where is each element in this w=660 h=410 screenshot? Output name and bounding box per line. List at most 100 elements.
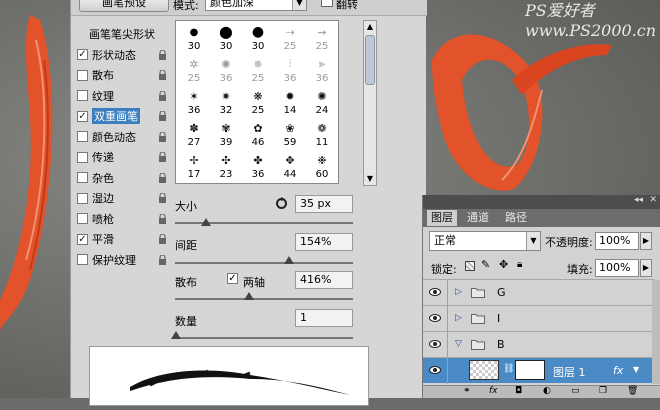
fx-expand-icon[interactable]: ▼ xyxy=(633,365,639,374)
delete-layer-icon[interactable]: 🗑︎ xyxy=(627,386,638,396)
brush-tip-cell[interactable]: ⬤ 30 xyxy=(210,23,242,55)
layer-mask-thumbnail[interactable] xyxy=(515,360,545,380)
brush-option-checkbox[interactable] xyxy=(77,69,88,81)
lock-icon[interactable] xyxy=(158,193,167,203)
brush-option-checkbox[interactable] xyxy=(77,151,88,163)
mode-select[interactable]: 颜色加深 ▼ xyxy=(205,0,307,11)
lock-icon[interactable] xyxy=(158,213,167,224)
brush-tip-cell[interactable]: ⫸ 36 xyxy=(306,55,338,87)
lock-icon[interactable] xyxy=(158,90,167,101)
brush-option-checkbox[interactable] xyxy=(77,192,88,204)
lock-icon[interactable] xyxy=(158,152,167,162)
scatter-slider-track[interactable] xyxy=(175,298,353,300)
layer-group-row[interactable]: ▽ B xyxy=(423,331,655,358)
brush-option-checkbox[interactable]: ✓ xyxy=(77,233,88,245)
new-layer-icon[interactable]: ❐ xyxy=(599,386,607,396)
close-panel-icon[interactable]: ✕ xyxy=(649,195,657,205)
brush-option-row[interactable]: ✓ 双重画笔 xyxy=(77,106,167,127)
lock-all-icon[interactable]: 🔒︎ xyxy=(517,259,522,270)
layer-row[interactable]: ⛓ 图层 1 fx ▼ xyxy=(423,357,655,384)
brush-option-row[interactable]: 纹理 xyxy=(77,86,167,107)
opacity-input[interactable]: 100% xyxy=(595,232,639,250)
scroll-up-arrow-icon[interactable]: ▲ xyxy=(364,21,376,33)
adjustment-layer-icon[interactable]: ◐ xyxy=(543,386,551,396)
layer-style-fx-icon[interactable]: fx xyxy=(489,386,498,396)
brush-tip-cell[interactable]: ⫶ 36 xyxy=(274,55,306,87)
blend-mode-select[interactable]: 正常 ▼ xyxy=(429,231,541,251)
layers-tab[interactable]: 路径 xyxy=(501,210,531,226)
brush-option-row[interactable]: 颜色动态 xyxy=(77,127,167,148)
brush-option-checkbox[interactable] xyxy=(77,131,88,143)
brush-option-checkbox[interactable] xyxy=(77,213,88,225)
visibility-eye-icon[interactable] xyxy=(429,288,441,296)
brush-option-checkbox[interactable] xyxy=(77,90,88,102)
brush-tip-cell[interactable]: ❉ 60 xyxy=(306,151,338,183)
lock-position-move-icon[interactable]: ✥ xyxy=(499,258,508,271)
lock-icon[interactable] xyxy=(158,49,167,60)
spacing-slider-thumb[interactable] xyxy=(284,256,294,264)
both-axes-checkbox[interactable]: ✓ xyxy=(227,273,238,284)
spacing-slider-track[interactable] xyxy=(175,262,353,264)
brush-tip-cell[interactable]: ✾ 39 xyxy=(210,119,242,151)
brush-tip-cell[interactable]: ● 30 xyxy=(178,23,210,55)
fill-arrow-icon[interactable]: ▶ xyxy=(640,259,652,277)
lock-icon[interactable] xyxy=(158,111,167,121)
brush-tip-cell[interactable]: ✤ 36 xyxy=(242,151,274,183)
scatter-slider-thumb[interactable] xyxy=(244,292,254,300)
brush-preset-button[interactable]: 画笔预设 xyxy=(79,0,169,12)
brush-grid-scrollbar[interactable]: ▲ ▼ xyxy=(363,20,377,186)
layers-tab[interactable]: 通道 xyxy=(463,210,493,226)
layer-group-row[interactable]: ▷ G xyxy=(423,279,655,306)
lock-image-brush-icon[interactable]: ✎ xyxy=(481,258,490,271)
brush-option-checkbox[interactable]: ✓ xyxy=(77,49,88,61)
brush-tip-cell[interactable]: ✶ 36 xyxy=(178,87,210,119)
lock-icon[interactable] xyxy=(158,131,167,142)
brush-tip-shape-header[interactable]: 画笔笔尖形状 xyxy=(77,24,167,45)
expand-down-icon[interactable]: ▽ xyxy=(455,339,462,349)
brush-tip-cell[interactable]: ✺ 24 xyxy=(306,87,338,119)
brush-option-row[interactable]: ✓ 形状动态 xyxy=(77,45,167,66)
visibility-eye-icon[interactable] xyxy=(429,366,441,374)
fill-input[interactable]: 100% xyxy=(595,259,639,277)
brush-tip-cell[interactable]: ✥ 44 xyxy=(274,151,306,183)
new-group-icon[interactable]: ▭ xyxy=(571,386,580,396)
add-mask-icon[interactable]: ◘ xyxy=(515,386,522,396)
brush-option-row[interactable]: 喷枪 xyxy=(77,209,167,230)
brush-option-checkbox[interactable] xyxy=(77,172,88,184)
brush-tip-cell[interactable]: ❀ 59 xyxy=(274,119,306,151)
brush-option-row[interactable]: 湿边 xyxy=(77,188,167,209)
scrollbar-thumb[interactable] xyxy=(365,35,375,85)
mask-link-icon[interactable]: ⛓ xyxy=(503,364,514,374)
brush-tip-cell[interactable]: ✷ 32 xyxy=(210,87,242,119)
brush-tip-cell[interactable]: ✢ 17 xyxy=(178,151,210,183)
spacing-value-field[interactable]: 154% xyxy=(295,233,353,251)
brush-tip-cell[interactable]: ✺ 36 xyxy=(210,55,242,87)
flip-checkbox[interactable] xyxy=(321,0,333,7)
brush-tip-cell[interactable]: ✹ 14 xyxy=(274,87,306,119)
visibility-eye-icon[interactable] xyxy=(429,340,441,348)
brush-tip-cell[interactable]: ⇢ 25 xyxy=(274,23,306,55)
lock-icon[interactable] xyxy=(158,254,167,265)
brush-tip-cell[interactable]: ✣ 23 xyxy=(210,151,242,183)
reset-size-icon[interactable] xyxy=(275,197,288,210)
count-slider-track[interactable] xyxy=(175,337,353,339)
expand-right-icon[interactable]: ▷ xyxy=(455,313,462,323)
brush-option-checkbox[interactable]: ✓ xyxy=(77,110,88,122)
lock-icon[interactable] xyxy=(158,172,167,183)
visibility-eye-icon[interactable] xyxy=(429,314,441,322)
brush-option-row[interactable]: 传递 xyxy=(77,147,167,168)
size-value-field[interactable]: 35 px xyxy=(295,195,353,213)
brush-tip-cell[interactable]: ❁ 11 xyxy=(306,119,338,151)
expand-right-icon[interactable]: ▷ xyxy=(455,287,462,297)
link-layers-icon[interactable]: ⚭ xyxy=(463,386,471,396)
brush-option-checkbox[interactable] xyxy=(77,254,88,266)
brush-tip-cell[interactable]: ❋ 25 xyxy=(242,87,274,119)
opacity-arrow-icon[interactable]: ▶ xyxy=(640,232,652,250)
collapse-panel-icon[interactable]: ◂◂ xyxy=(634,195,643,205)
lock-icon[interactable] xyxy=(158,234,167,244)
brush-tip-cell[interactable]: ✲ 25 xyxy=(178,55,210,87)
brush-option-row[interactable]: 杂色 xyxy=(77,168,167,189)
layer-fx-icon[interactable]: fx xyxy=(613,364,623,377)
brush-tip-cell[interactable]: ✽ 27 xyxy=(178,119,210,151)
brush-option-row[interactable]: 散布 xyxy=(77,65,167,86)
